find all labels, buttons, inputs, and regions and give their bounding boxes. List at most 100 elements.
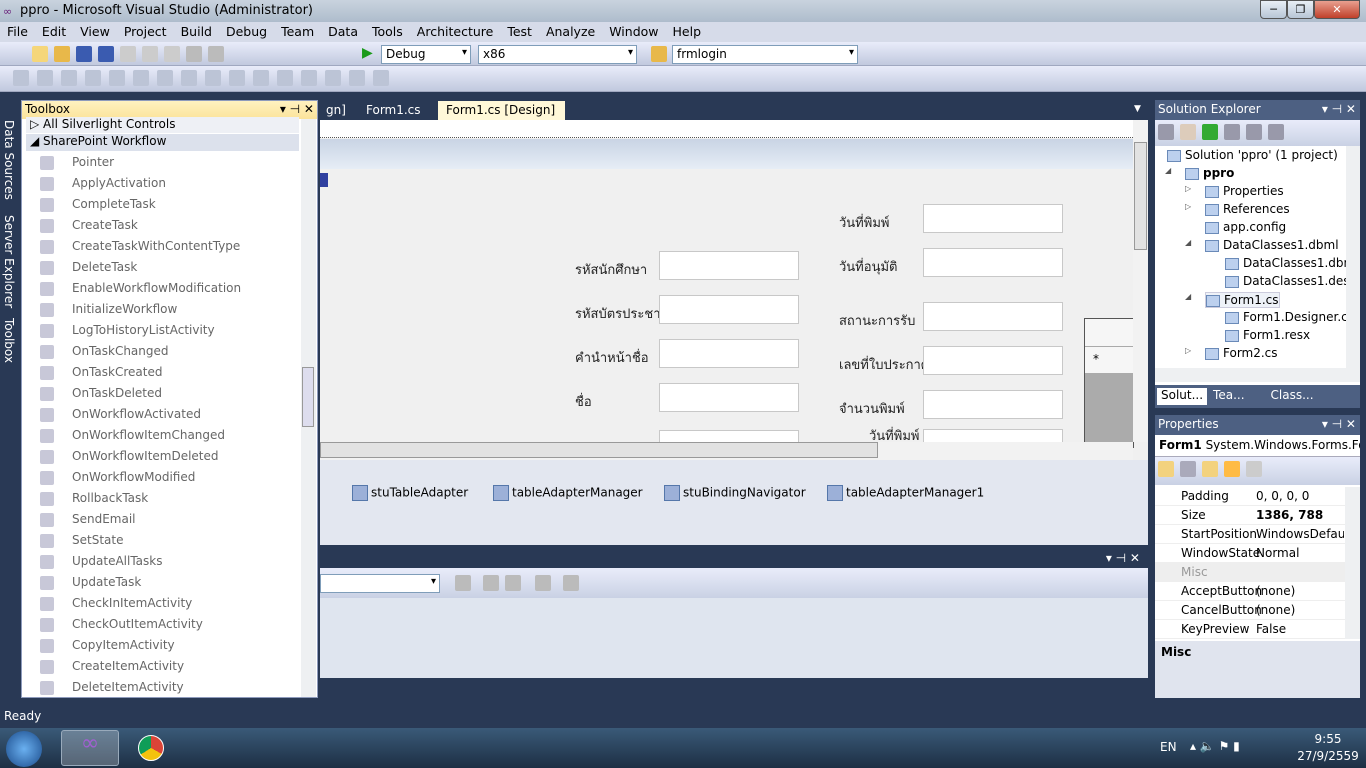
tray-stubindingnavigator[interactable]: stuBindingNavigator <box>664 485 806 501</box>
output-toolbar-icon[interactable] <box>455 575 471 591</box>
tree-expander-icon[interactable]: ◢ <box>1185 292 1191 301</box>
tray-stutableadapter[interactable]: stuTableAdapter <box>352 485 468 501</box>
menu-architecture[interactable]: Architecture <box>410 22 501 42</box>
toolbox-item[interactable]: SetState <box>40 533 123 548</box>
text-field[interactable] <box>659 383 799 412</box>
form-save-icon[interactable] <box>320 173 328 187</box>
group-all-silverlight[interactable]: ▷ All Silverlight Controls <box>26 117 299 133</box>
config-select[interactable]: Debug <box>381 45 471 64</box>
toolbox-item[interactable]: CreateItemActivity <box>40 659 184 674</box>
toolbox-item[interactable]: EnableWorkflowModification <box>40 281 241 296</box>
toolbox-item[interactable]: CreateTaskWithContentType <box>40 239 240 254</box>
open-icon[interactable] <box>54 46 70 62</box>
tree-item[interactable]: DataClasses1.dbml <box>1205 238 1339 252</box>
text-field[interactable] <box>659 339 799 368</box>
word-wrap-icon[interactable] <box>563 575 579 591</box>
align-centers-icon[interactable] <box>61 70 77 86</box>
tab-dropdown-icon[interactable]: ▼ <box>1134 104 1141 114</box>
solution-vscrollbar[interactable] <box>1346 146 1360 368</box>
same-size-icon[interactable] <box>229 70 245 86</box>
same-width-icon[interactable] <box>181 70 197 86</box>
menu-analyze[interactable]: Analyze <box>539 22 602 42</box>
menu-team[interactable]: Team <box>274 22 321 42</box>
class-diagram-icon[interactable] <box>1268 124 1284 140</box>
property-value[interactable]: (none) <box>1256 584 1344 598</box>
designer-hscrollbar[interactable] <box>320 442 1133 460</box>
toolbox-item[interactable]: OnWorkflowModified <box>40 470 195 485</box>
center-horizontally-icon[interactable] <box>325 70 341 86</box>
menu-project[interactable]: Project <box>117 22 174 42</box>
menu-build[interactable]: Build <box>174 22 219 42</box>
text-field[interactable] <box>923 390 1063 419</box>
property-row[interactable]: WindowState Normal <box>1155 544 1345 563</box>
tab-form1-cs[interactable]: Form1.cs <box>358 101 429 120</box>
menu-test[interactable]: Test <box>500 22 539 42</box>
alphabetical-icon[interactable] <box>1180 461 1196 477</box>
properties-scrollbar[interactable] <box>1345 487 1360 639</box>
property-row[interactable]: Padding 0, 0, 0, 0 <box>1155 487 1345 506</box>
toolbox-item[interactable]: CopyItemActivity <box>40 638 175 653</box>
property-value[interactable]: 1386, 788 <box>1256 508 1344 522</box>
tree-item[interactable]: Form2.cs <box>1205 346 1278 360</box>
tree-item[interactable]: Form1.Designer.cs <box>1225 310 1354 324</box>
property-row[interactable]: AcceptButton (none) <box>1155 582 1345 601</box>
clear-all-icon[interactable] <box>535 575 551 591</box>
toolbox-item[interactable]: InitializeWorkflow <box>40 302 177 317</box>
new-project-icon[interactable] <box>10 46 26 62</box>
redo-icon[interactable] <box>208 46 224 62</box>
menu-file[interactable]: File <box>0 22 35 42</box>
text-field[interactable] <box>923 346 1063 375</box>
tree-item[interactable]: References <box>1205 202 1290 216</box>
tree-item[interactable]: Form1.resx <box>1225 328 1310 342</box>
data-grid[interactable]: * <box>1084 318 1134 448</box>
output-area[interactable] <box>320 598 1148 678</box>
text-field[interactable] <box>659 295 799 324</box>
tree-item[interactable]: DataClasses1.desig <box>1225 274 1361 288</box>
toolbox-item[interactable]: LogToHistoryListActivity <box>40 323 215 338</box>
taskbar-chrome[interactable] <box>122 730 180 766</box>
add-item-icon[interactable] <box>32 46 48 62</box>
tree-expander-icon[interactable]: ▷ <box>1185 202 1191 211</box>
show-all-files-icon[interactable] <box>1180 124 1196 140</box>
toolbox-item[interactable]: UpdateAllTasks <box>40 554 163 569</box>
toolbox-scrollbar[interactable] <box>301 119 316 697</box>
tree-item[interactable]: ppro <box>1185 166 1234 180</box>
property-pages-icon[interactable] <box>1246 461 1262 477</box>
toolbox-item[interactable]: UpdateTask <box>40 575 141 590</box>
data-sources-tab[interactable]: Data Sources <box>2 120 16 200</box>
refresh-icon[interactable] <box>1202 124 1218 140</box>
menu-help[interactable]: Help <box>666 22 709 42</box>
tree-expander-icon[interactable]: ◢ <box>1165 166 1171 175</box>
toolbox-item[interactable]: DeleteTask <box>40 260 137 275</box>
save-all-icon[interactable] <box>98 46 114 62</box>
taskbar-visual-studio[interactable]: ∞ <box>61 730 119 766</box>
horizontal-spacing-icon[interactable] <box>277 70 293 86</box>
menu-data[interactable]: Data <box>321 22 365 42</box>
property-row[interactable]: CancelButton (none) <box>1155 601 1345 620</box>
clock-date[interactable]: 27/9/2559 <box>1293 749 1363 763</box>
align-bottoms-icon[interactable] <box>157 70 173 86</box>
bring-to-front-icon[interactable] <box>349 70 365 86</box>
text-field[interactable] <box>923 302 1063 331</box>
copy-icon[interactable] <box>142 46 158 62</box>
designer-vscrollbar[interactable] <box>1133 120 1148 442</box>
toolbox-tab[interactable]: Toolbox <box>2 318 16 363</box>
tab-solution-explorer[interactable]: Solut... <box>1157 388 1208 405</box>
properties-controls-icon[interactable]: ▾ ⊣ ✕ <box>1322 417 1356 431</box>
categorized-icon[interactable] <box>1158 461 1174 477</box>
prev-message-icon[interactable] <box>483 575 499 591</box>
toolbox-item[interactable]: OnTaskDeleted <box>40 386 162 401</box>
tab-form1-design[interactable]: Form1.cs [Design] ✕ <box>438 101 565 131</box>
bottom-panel-controls-icon[interactable]: ▾ ⊣ ✕ <box>1106 551 1140 565</box>
toolbox-window-controls[interactable]: ▾ ⊣ ✕ <box>280 102 314 116</box>
menu-view[interactable]: View <box>73 22 117 42</box>
save-icon[interactable] <box>76 46 92 62</box>
paste-icon[interactable] <box>164 46 180 62</box>
view-code-icon[interactable] <box>1224 124 1240 140</box>
tab-design-overflow[interactable]: gn] <box>318 101 354 120</box>
start-button[interactable] <box>6 731 42 767</box>
toolbox-item[interactable]: CheckInItemActivity <box>40 596 192 611</box>
events-icon[interactable] <box>1224 461 1240 477</box>
tree-item[interactable]: Form1.cs <box>1205 292 1280 308</box>
tree-expander-icon[interactable]: ▷ <box>1185 346 1191 355</box>
